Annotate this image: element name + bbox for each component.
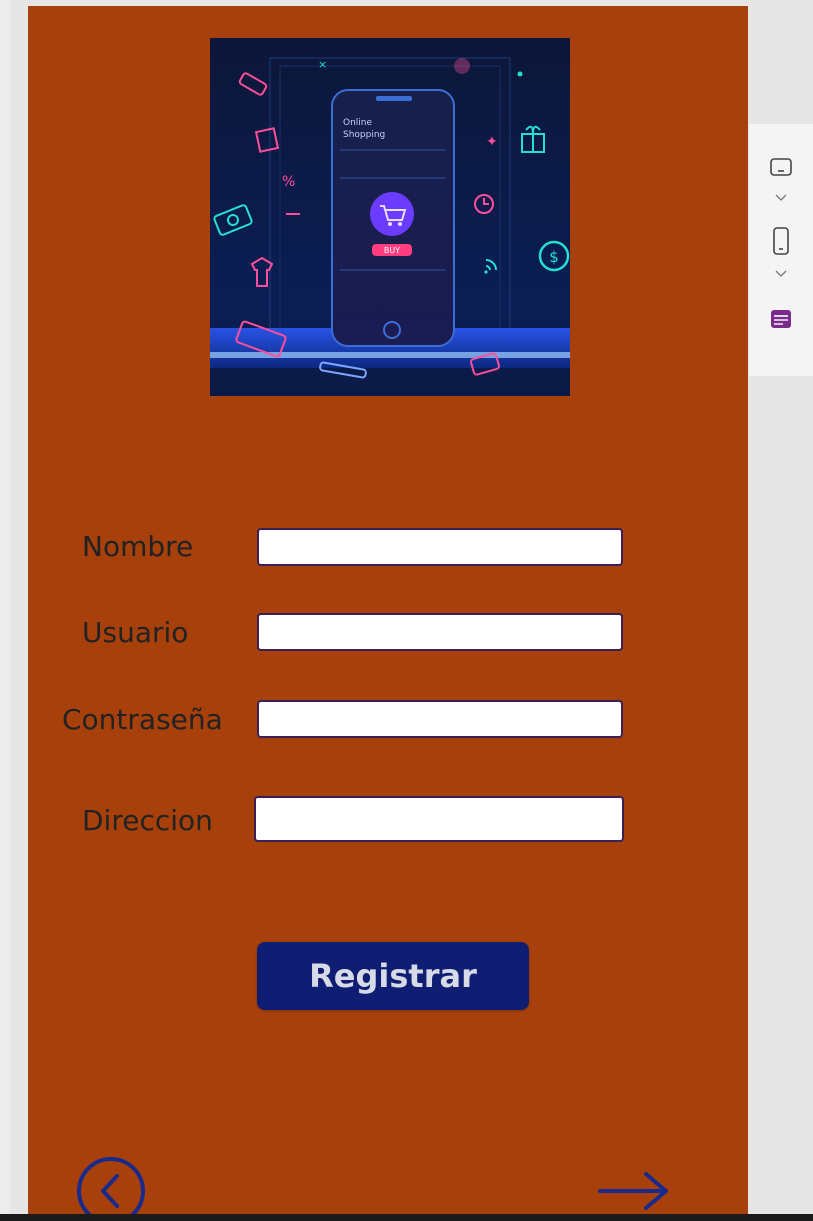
usuario-field[interactable] (257, 613, 623, 651)
contrasena-field[interactable] (257, 700, 623, 738)
direccion-field[interactable] (254, 796, 624, 842)
arrow-right-icon (598, 1172, 668, 1210)
direccion-label: Direccion (82, 804, 213, 837)
layout-view-button[interactable] (749, 306, 813, 332)
nombre-field[interactable] (257, 528, 623, 566)
svg-text:✦: ✦ (486, 134, 498, 150)
layout-icon (771, 310, 791, 328)
buy-label: BUY (384, 246, 400, 255)
online-shopping-illustration: Online Shopping BUY % ✦ $ × (210, 38, 570, 396)
svg-text:%: % (282, 174, 295, 190)
next-button[interactable] (596, 1166, 672, 1214)
tablet-expand-toggle[interactable] (749, 190, 813, 206)
contrasena-label: Contraseña (62, 703, 223, 736)
chevron-down-icon (775, 194, 787, 201)
tablet-layout-button[interactable] (749, 154, 813, 180)
bottom-border (0, 1214, 813, 1221)
back-button[interactable] (76, 1156, 146, 1214)
chevron-left-circle-icon (77, 1157, 145, 1214)
phone-expand-toggle[interactable] (749, 266, 813, 282)
svg-text:$: $ (549, 248, 559, 266)
device-layout-panel (749, 124, 813, 376)
hero-image: Online Shopping BUY % ✦ $ × (210, 38, 570, 396)
app-screen: Online Shopping BUY % ✦ $ × Nombre Usuar… (28, 6, 748, 1214)
tablet-landscape-icon (770, 158, 792, 176)
chevron-down-icon (775, 270, 787, 277)
phone-text-line2: Shopping (343, 130, 385, 140)
phone-portrait-icon (773, 227, 789, 255)
phone-layout-button[interactable] (749, 224, 813, 258)
svg-text:×: × (318, 58, 327, 71)
canvas-left-margin (0, 0, 10, 1214)
nombre-label: Nombre (82, 530, 194, 563)
phone-text-line1: Online (343, 118, 372, 128)
registrar-button[interactable]: Registrar (257, 942, 529, 1010)
usuario-label: Usuario (82, 616, 189, 649)
